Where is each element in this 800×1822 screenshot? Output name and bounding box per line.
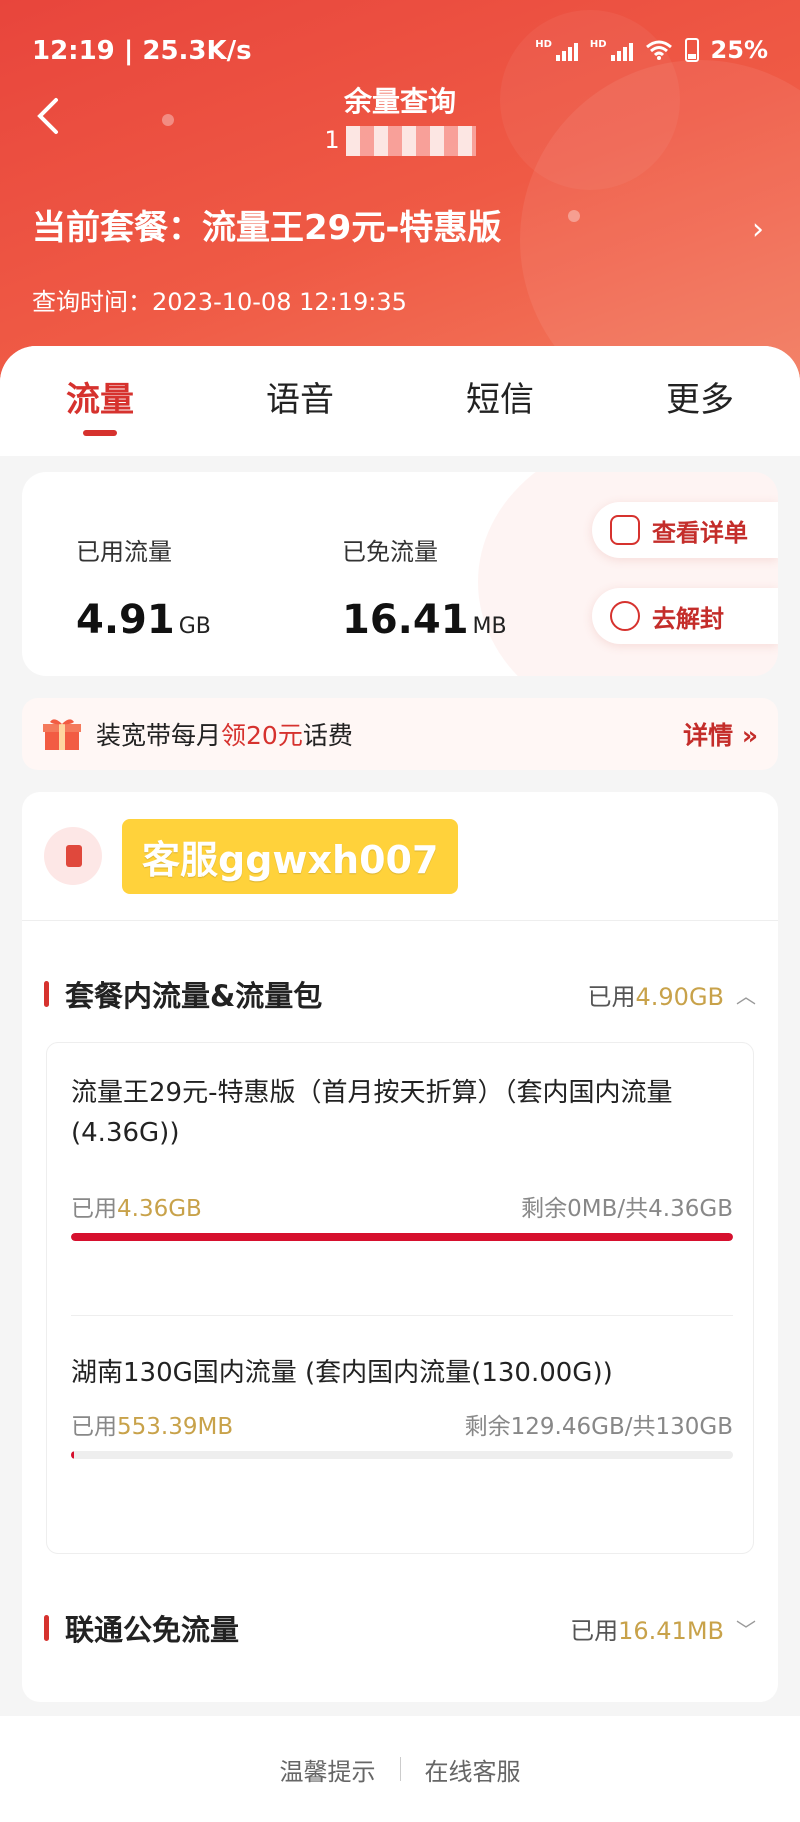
watermark-label: 客服ggwxh007 <box>122 818 459 894</box>
free-data: 已免流量 16.41 MB <box>342 538 507 643</box>
online-service-link[interactable]: 在线客服 <box>425 1752 521 1787</box>
item-remain: 剩余129.46GB/共130GB <box>464 1414 733 1440</box>
chevron-up-icon[interactable]: ︿ <box>736 980 756 1009</box>
tab-data[interactable]: 流量 <box>0 346 200 456</box>
usage-summary-card: 已用流量 4.91 GB 已免流量 16.41 MB 查看详单 去解封 <box>22 472 778 676</box>
section-package-data[interactable]: 套餐内流量&流量包 已用4.90GB ︿ <box>44 974 756 1014</box>
used-data: 已用流量 4.91 GB <box>76 538 211 643</box>
item-used: 已用553.39MB <box>71 1414 234 1440</box>
account-row: 客服ggwxh007 <box>44 818 459 894</box>
page-title-block: 余量查询 1 <box>0 80 800 156</box>
tab-bar: 流量 语音 短信 更多 <box>0 346 800 456</box>
status-time-speed: 12:19 | 25.3K/s <box>32 36 252 66</box>
page-title: 余量查询 <box>343 85 456 118</box>
progress-bar <box>71 1233 733 1241</box>
phone-number: 1 <box>0 126 800 156</box>
current-plan[interactable]: 当前套餐：流量王29元-特惠版 <box>32 200 501 249</box>
battery-icon <box>684 38 699 62</box>
header-banner: 12:19 | 25.3K/s HD HD 25% 余量查询 1 当前套餐：流量… <box>0 0 800 380</box>
package-items: 流量王29元-特惠版（首月按天折算）（套内国内流量(4.36G)) 已用4.36… <box>46 1042 754 1554</box>
item-name: 流量王29元-特惠版（首月按天折算）（套内国内流量(4.36G)) <box>71 1078 673 1148</box>
footer-bar: 温馨提示 在线客服 <box>0 1716 800 1822</box>
tips-link[interactable]: 温馨提示 <box>280 1752 376 1787</box>
signal-icon-2: HD <box>590 39 633 61</box>
promo-detail-link[interactable]: 详情 » <box>683 716 758 752</box>
sim-card-icon <box>44 827 102 885</box>
lock-icon <box>610 601 640 631</box>
search-document-icon <box>610 515 640 545</box>
battery-level: 25% <box>710 36 768 64</box>
wifi-icon <box>645 40 672 60</box>
tab-voice[interactable]: 语音 <box>200 346 400 456</box>
view-detail-button[interactable]: 查看详单 <box>592 502 778 558</box>
gift-icon <box>43 719 81 750</box>
data-detail-card: 客服ggwxh007 套餐内流量&流量包 已用4.90GB ︿ 流量王29元-特… <box>22 792 778 1702</box>
chevron-down-icon[interactable]: ﹀ <box>736 1614 756 1643</box>
query-time: 查询时间：2023-10-08 12:19:35 <box>32 288 407 316</box>
status-bar: 12:19 | 25.3K/s HD HD 25% <box>32 36 768 70</box>
item-remain: 剩余0MB/共4.36GB <box>521 1196 733 1222</box>
broadband-promo-banner[interactable]: 装宽带每月 领20元 话费 详情 » <box>22 698 778 770</box>
content-sheet: 流量 语音 短信 更多 已用流量 4.91 GB 已免流量 16.41 MB 查看详… <box>0 346 800 1822</box>
unblock-button[interactable]: 去解封 <box>592 588 778 644</box>
chevron-right-icon[interactable]: › <box>752 212 764 247</box>
section-free-data[interactable]: 联通公免流量 已用16.41MB ﹀ <box>44 1608 756 1648</box>
item-name: 湖南130G国内流量 (套内国内流量(130.00G)) <box>71 1358 613 1388</box>
progress-bar <box>71 1451 733 1459</box>
item-used: 已用4.36GB <box>71 1196 202 1222</box>
phone-mask <box>345 126 476 156</box>
tab-sms[interactable]: 短信 <box>400 346 600 456</box>
tab-more[interactable]: 更多 <box>600 346 800 456</box>
signal-icon: HD <box>535 39 578 61</box>
